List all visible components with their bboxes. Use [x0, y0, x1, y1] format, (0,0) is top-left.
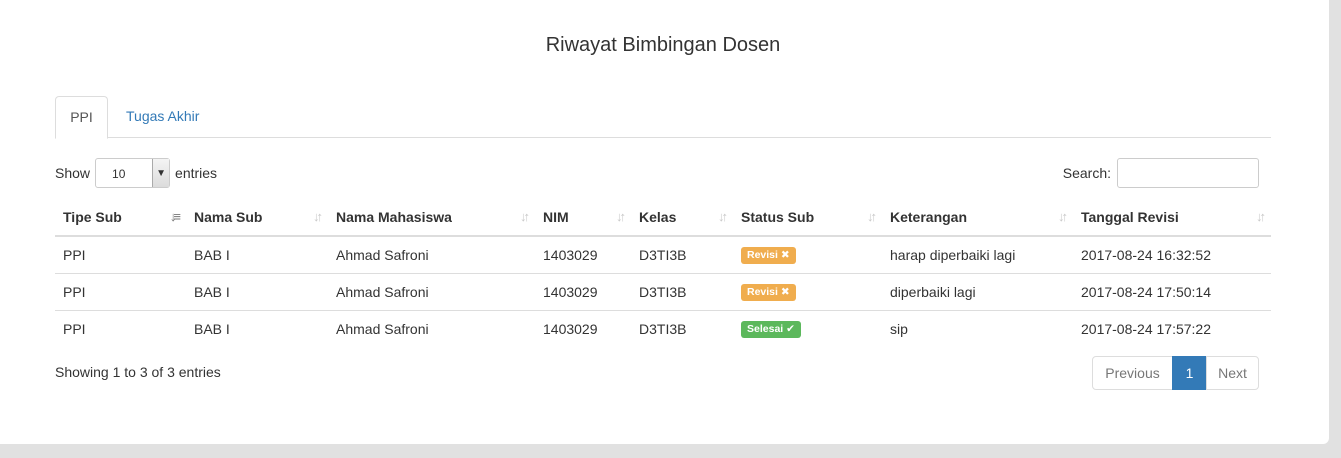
entries-length-control: Show 10 ▼ entries: [55, 158, 217, 188]
column-header-status-sub[interactable]: Status Sub ↓↑: [733, 198, 882, 237]
column-label: Tipe Sub: [63, 208, 122, 225]
sort-ascending-icon: ↓≡: [169, 209, 181, 224]
table-row: PPI BAB I Ahmad Safroni 1403029 D3TI3B R…: [55, 272, 1271, 310]
column-label: Kelas: [639, 208, 677, 225]
sort-icon: ↓↑: [867, 209, 877, 224]
status-badge-revisi: Revisi ✖: [741, 284, 796, 301]
sort-icon: ↓↑: [718, 209, 728, 224]
search-label: Search:: [1062, 165, 1111, 181]
column-label: NIM: [543, 208, 569, 225]
table-row: PPI BAB I Ahmad Safroni 1403029 D3TI3B R…: [55, 236, 1271, 273]
cell-nim: 1403029: [535, 309, 631, 347]
previous-page-button[interactable]: Previous: [1092, 356, 1173, 390]
cell-keterangan: sip: [882, 309, 1073, 347]
cell-keterangan: harap diperbaiki lagi: [890, 246, 1016, 263]
cell-nama-mahasiswa: Ahmad Safroni: [328, 272, 535, 310]
column-label: Keterangan: [890, 208, 968, 225]
status-badge-selesai: Selesai ✔: [741, 321, 801, 339]
cell-nama-sub: BAB I: [186, 272, 328, 310]
next-page-button[interactable]: Next: [1206, 356, 1259, 390]
cell-tipe-sub: PPI: [55, 272, 186, 310]
tab-ppi[interactable]: PPI: [55, 96, 108, 139]
sort-icon: ↓↑: [1256, 209, 1266, 224]
chevron-down-icon: ▼: [152, 159, 170, 187]
cell-kelas: D3TI3B: [631, 309, 733, 347]
sort-icon: ↓↑: [520, 209, 530, 224]
column-label: Nama Sub: [194, 208, 263, 225]
entries-label: entries: [175, 165, 218, 181]
cell-kelas: D3TI3B: [631, 272, 733, 310]
cell-nama-mahasiswa: Ahmad Safroni: [336, 246, 429, 263]
show-label: Show: [55, 165, 91, 181]
tab-tugas-akhir[interactable]: Tugas Akhir: [111, 96, 214, 138]
status-badge-revisi: Revisi ✖: [741, 247, 796, 265]
pagination: Previous 1 Next: [1092, 356, 1259, 390]
entries-select-value: 10: [112, 167, 126, 181]
column-label: Status Sub: [741, 208, 815, 225]
cell-status: Selesai ✔: [733, 309, 882, 347]
cell-tanggal-revisi: 2017-08-24 16:32:52: [1081, 246, 1211, 263]
cell-nim: 1403029: [535, 272, 631, 310]
column-header-nama-sub[interactable]: Nama Sub ↓↑: [186, 198, 328, 237]
cell-tipe-sub: PPI: [55, 309, 186, 347]
content-panel: Riwayat Bimbingan Dosen PPI Tugas Akhir …: [0, 0, 1329, 444]
column-header-nim[interactable]: NIM ↓↑: [535, 198, 631, 237]
column-header-kelas[interactable]: Kelas ↓↑: [631, 198, 733, 237]
revision-history-table: Tipe Sub ↓≡ Nama Sub ↓↑ Nama Mahasiswa ↓↑ N…: [55, 198, 1271, 347]
cell-nim: 1403029: [543, 246, 598, 263]
table-row: PPI BAB I Ahmad Safroni 1403029 D3TI3B S…: [55, 309, 1271, 347]
table-header-row: Tipe Sub ↓≡ Nama Sub ↓↑ Nama Mahasiswa ↓↑ N…: [55, 198, 1271, 237]
column-label: Tanggal Revisi: [1081, 208, 1179, 225]
cell-status: Revisi ✖: [733, 236, 882, 273]
cell-nama-sub: BAB I: [194, 246, 230, 263]
column-header-tanggal-revisi[interactable]: Tanggal Revisi ↓↑: [1073, 198, 1271, 237]
cell-status: Revisi ✖: [733, 272, 882, 310]
entries-select[interactable]: 10 ▼: [95, 158, 171, 188]
cell-keterangan: diperbaiki lagi: [882, 272, 1073, 310]
column-header-tipe-sub[interactable]: Tipe Sub ↓≡: [55, 198, 186, 237]
cell-nama-sub: BAB I: [186, 309, 328, 347]
page-1-button[interactable]: 1: [1172, 356, 1207, 390]
cell-tipe-sub: PPI: [63, 246, 86, 263]
table-info: Showing 1 to 3 of 3 entries: [55, 364, 221, 380]
page-title: Riwayat Bimbingan Dosen: [545, 34, 781, 56]
search-input[interactable]: [1117, 158, 1259, 188]
column-header-nama-mahasiswa[interactable]: Nama Mahasiswa ↓↑: [328, 198, 535, 237]
tab-bar: PPI Tugas Akhir: [55, 96, 1271, 139]
cell-tanggal-revisi: 2017-08-24 17:50:14: [1073, 272, 1271, 310]
sort-icon: ↓↑: [1058, 209, 1068, 224]
sort-icon: ↓↑: [616, 209, 626, 224]
cell-nama-mahasiswa: Ahmad Safroni: [328, 309, 535, 347]
cell-tanggal-revisi: 2017-08-24 17:57:22: [1073, 309, 1271, 347]
sort-icon: ↓↑: [313, 209, 323, 224]
column-header-keterangan[interactable]: Keterangan ↓↑: [882, 198, 1073, 237]
column-label: Nama Mahasiswa: [336, 208, 452, 225]
cell-kelas: D3TI3B: [639, 246, 687, 263]
search-control: Search:: [1063, 158, 1259, 188]
